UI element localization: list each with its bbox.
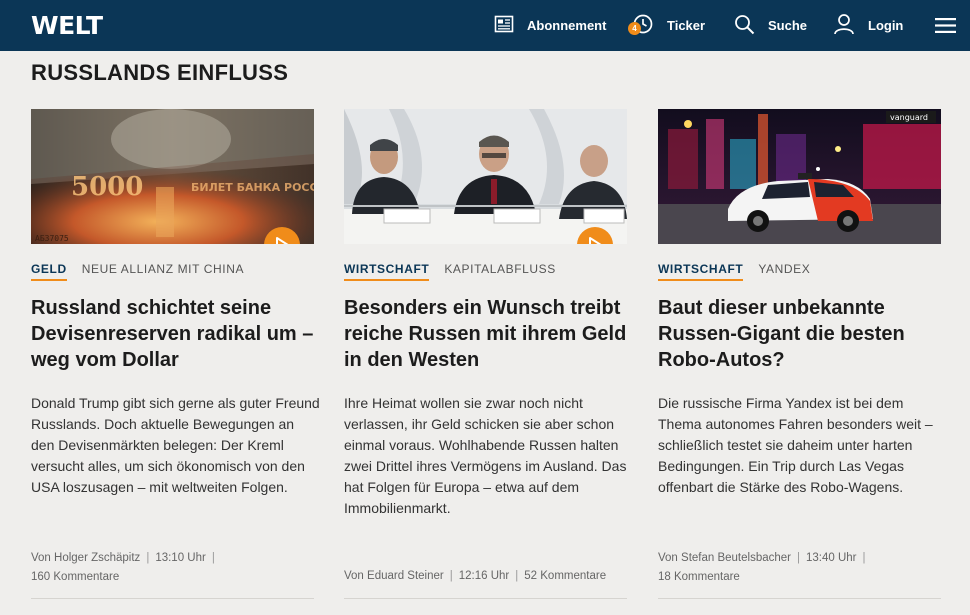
user-icon — [833, 13, 855, 38]
article-headline[interactable]: Russland schichtet seine Devisenreserven… — [31, 295, 314, 373]
article-headline[interactable]: Baut dieser unbekannte Russen-Gigant die… — [658, 295, 941, 373]
subtopic-label[interactable]: YANDEX — [758, 262, 810, 281]
nav-ticker-label: Ticker — [667, 18, 706, 33]
article-meta: WIRTSCHAFT KAPITALABFLUSS — [344, 262, 556, 281]
article-thumbnail[interactable]: 5000 БИЛЕТ БАНКА РОСС АБ37075 — [31, 109, 314, 244]
nav-search[interactable]: Suche — [734, 0, 807, 51]
timestamp: 13:40 Uhr — [806, 552, 857, 564]
article-thumbnail[interactable] — [344, 109, 627, 244]
article-card[interactable]: WIRTSCHAFT KAPITALABFLUSS Besonders ein … — [344, 109, 627, 599]
article-meta: GELD NEUE ALLIANZ MIT CHINA — [31, 262, 244, 281]
comments-link[interactable]: 52 Kommentare — [524, 570, 606, 582]
divider — [31, 598, 314, 599]
article-byline: Von Stefan Beutelsbacher | 13:40 Uhr | 18 K… — [658, 552, 866, 583]
subtopic-label[interactable]: KAPITALABFLUSS — [444, 262, 556, 281]
svg-text:БИЛЕТ БАНКА РОСС: БИЛЕТ БАНКА РОСС — [191, 181, 314, 194]
nav-login[interactable]: Login — [833, 0, 903, 51]
article-teaser[interactable]: Donald Trump gibt sich gerne als guter F… — [31, 393, 321, 498]
top-navigation-bar: WELT Abonnement 4 Ticker Suche Login — [0, 0, 970, 51]
search-icon — [734, 14, 755, 38]
comments-link[interactable]: 160 Kommentare — [31, 571, 119, 583]
article-teaser[interactable]: Die russische Firma Yandex ist bei dem T… — [658, 393, 948, 498]
article-thumbnail[interactable]: vanguard — [658, 109, 941, 244]
comments-link[interactable]: 18 Kommentare — [658, 571, 740, 583]
author: Von Holger Zschäpitz — [31, 552, 141, 564]
hamburger-menu-icon[interactable] — [935, 0, 956, 51]
nav-abonnement[interactable]: Abonnement — [494, 0, 606, 51]
section-title[interactable]: RUSSLANDS EINFLUSS — [31, 60, 288, 86]
subtopic-label[interactable]: NEUE ALLIANZ MIT CHINA — [82, 262, 244, 281]
divider — [658, 598, 941, 599]
play-icon — [275, 237, 289, 244]
article-card[interactable]: 5000 БИЛЕТ БАНКА РОСС АБ37075 GELD NEUE … — [31, 109, 320, 599]
welt-logo[interactable]: WELT — [31, 12, 103, 40]
banknotes-image: 5000 БИЛЕТ БАНКА РОСС АБ37075 — [31, 109, 314, 244]
timestamp: 13:10 Uhr — [155, 552, 206, 564]
nav-login-label: Login — [868, 18, 904, 33]
ticker-badge: 4 — [628, 22, 641, 35]
topic-link[interactable]: WIRTSCHAFT — [344, 262, 430, 281]
topic-link[interactable]: GELD — [31, 262, 67, 281]
press-conference-image — [344, 109, 627, 244]
divider — [344, 598, 627, 599]
article-byline: Von Holger Zschäpitz | 13:10 Uhr | 160 Komm… — [31, 552, 215, 583]
clock-icon: 4 — [628, 13, 654, 38]
topic-link[interactable]: WIRTSCHAFT — [658, 262, 744, 281]
play-icon — [588, 237, 602, 244]
article-headline[interactable]: Besonders ein Wunsch treibt reiche Russe… — [344, 295, 627, 373]
article-teaser[interactable]: Ihre Heimat wollen sie zwar noch nicht v… — [344, 393, 634, 519]
svg-text:vanguard: vanguard — [890, 113, 928, 122]
svg-text:АБ37075: АБ37075 — [35, 234, 69, 243]
svg-text:5000: 5000 — [71, 172, 143, 202]
newspaper-icon — [494, 15, 514, 36]
nav-search-label: Suche — [768, 18, 808, 33]
robo-car-las-vegas-image: vanguard — [658, 109, 941, 244]
article-meta: WIRTSCHAFT YANDEX — [658, 262, 810, 281]
article-byline: Von Eduard Steiner | 12:16 Uhr | 52 Kommenta… — [344, 570, 607, 582]
author: Von Stefan Beutelsbacher — [658, 552, 791, 564]
article-card[interactable]: vanguard WIRTSCHAFT YANDEX Baut dieser u… — [658, 109, 941, 599]
nav-abonnement-label: Abonnement — [527, 18, 607, 33]
author: Von Eduard Steiner — [344, 570, 444, 582]
nav-ticker[interactable]: 4 Ticker — [628, 0, 706, 51]
timestamp: 12:16 Uhr — [458, 570, 510, 582]
